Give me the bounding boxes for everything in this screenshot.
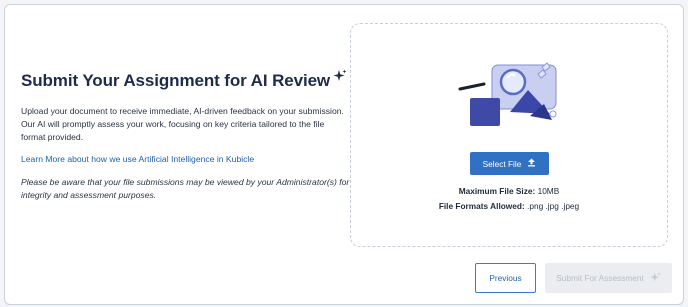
assignment-card: Submit Your Assignment for AI Review Upl… <box>4 4 684 305</box>
submit-label: Submit For Assessment <box>556 273 644 283</box>
previous-button[interactable]: Previous <box>475 263 536 293</box>
select-file-button[interactable]: Select File <box>470 152 549 175</box>
max-size-label: Maximum File Size: <box>458 186 536 196</box>
intro-section: Submit Your Assignment for AI Review Upl… <box>21 69 351 202</box>
sparkle-icon <box>333 69 347 88</box>
formats-label: File Formats Allowed: <box>438 201 525 211</box>
learn-more-link[interactable]: Learn More about how we use Artificial I… <box>21 154 254 164</box>
privacy-note: Please be aware that your file submissio… <box>21 177 350 200</box>
submit-for-assessment-button[interactable]: Submit For Assessment <box>545 263 672 293</box>
select-file-label: Select File <box>482 158 522 169</box>
file-dropzone[interactable]: Select File Maximum File Size: 10MB File… <box>350 23 668 247</box>
page-title: Submit Your Assignment for AI Review <box>21 71 331 90</box>
title-row: Submit Your Assignment for AI Review <box>21 69 351 91</box>
upload-icon <box>527 158 536 169</box>
max-file-size: Maximum File Size: 10MB <box>351 186 667 196</box>
description-text: Upload your document to receive immediat… <box>21 106 344 142</box>
upload-illustration <box>456 54 566 141</box>
allowed-formats: File Formats Allowed: .png .jpg .jpeg <box>351 201 667 211</box>
formats-value: .png .jpg .jpeg <box>527 201 580 211</box>
max-size-value: 10MB <box>537 186 560 196</box>
sparkle-icon <box>650 271 661 285</box>
